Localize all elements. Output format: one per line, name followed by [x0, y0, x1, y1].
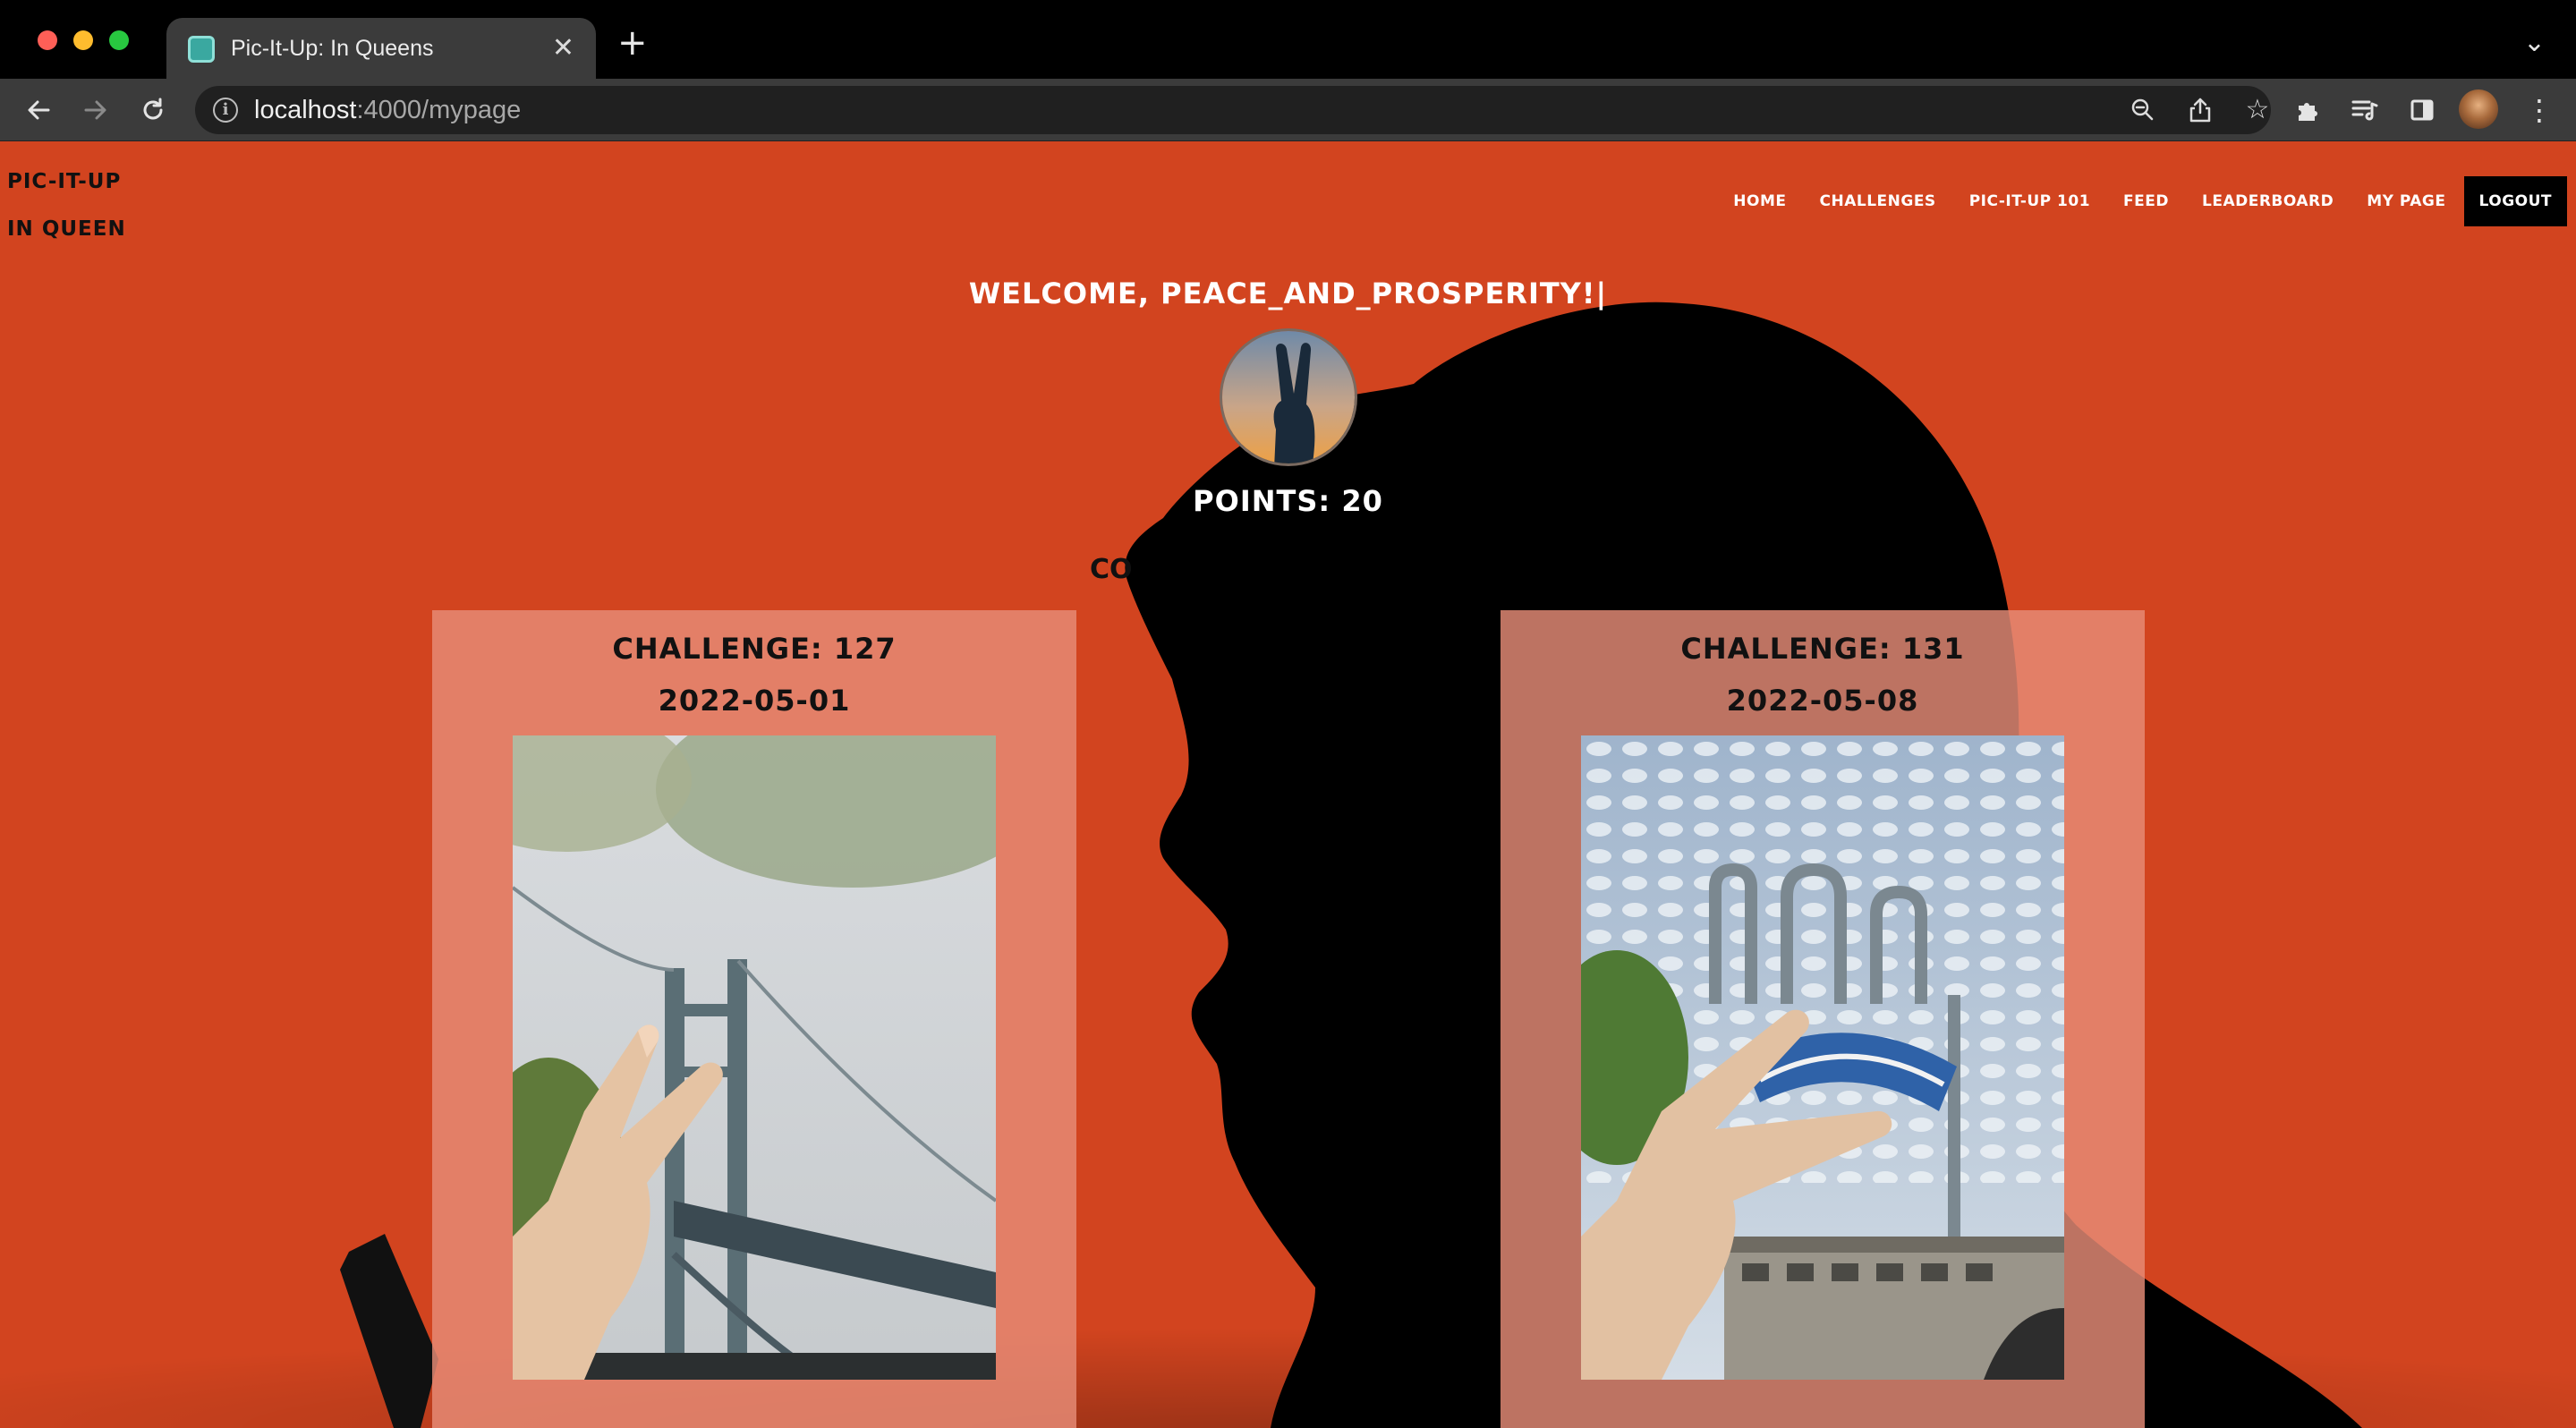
- main-nav: HOME CHALLENGES PIC-IT-UP 101 FEED LEADE…: [1700, 176, 2567, 226]
- profile-avatar[interactable]: [2459, 89, 2498, 129]
- forward-icon[interactable]: [75, 89, 116, 131]
- address-bar[interactable]: i localhost:4000/mypage ☆: [195, 86, 2271, 134]
- favicon-icon: [188, 36, 215, 63]
- challenge-date: 2022-05-08: [1726, 684, 1919, 718]
- browser-tabstrip: Pic-It-Up: In Queens ✕ + ⌄: [0, 0, 2576, 79]
- nav-feed[interactable]: FEED: [2123, 192, 2169, 210]
- browser-tab-active[interactable]: Pic-It-Up: In Queens ✕: [166, 18, 596, 79]
- points-display: POINTS: 20: [1193, 484, 1383, 518]
- nav-leaderboard[interactable]: LEADERBOARD: [2202, 192, 2334, 210]
- info-icon[interactable]: i: [213, 98, 238, 123]
- brand-line-2: IN QUEEN: [7, 217, 126, 241]
- nav-home[interactable]: HOME: [1733, 192, 1786, 210]
- reload-icon[interactable]: [132, 89, 174, 131]
- side-panel-icon[interactable]: [2402, 89, 2443, 131]
- bookmark-star-icon[interactable]: ☆: [2239, 91, 2276, 129]
- extensions-icon[interactable]: [2287, 89, 2328, 131]
- window-zoom-button[interactable]: [109, 30, 129, 50]
- back-icon[interactable]: [18, 89, 59, 131]
- challenge-number: CHALLENGE: 127: [612, 632, 897, 666]
- reading-list-icon[interactable]: [2344, 89, 2385, 131]
- logout-button[interactable]: LOGOUT: [2463, 176, 2567, 226]
- challenge-photo[interactable]: [513, 735, 996, 1380]
- avatar[interactable]: [1220, 328, 1357, 466]
- nav-my-page[interactable]: MY PAGE: [2367, 192, 2445, 210]
- window-close-button[interactable]: [38, 30, 57, 50]
- welcome-heading: WELCOME, PEACE_AND_PROSPERITY!|: [968, 276, 1608, 310]
- zoom-icon[interactable]: [2124, 91, 2162, 129]
- url-text: localhost:4000/mypage: [254, 96, 522, 124]
- challenge-number: CHALLENGE: 131: [1680, 632, 1965, 666]
- nav-challenges[interactable]: CHALLENGES: [1820, 192, 1936, 210]
- window-minimize-button[interactable]: [73, 30, 93, 50]
- page: PIC-IT-UP IN QUEEN HOME CHALLENGES PIC-I…: [0, 142, 2576, 1428]
- challenge-card[interactable]: CHALLENGE: 131 2022-05-08: [1501, 610, 2145, 1428]
- browser-toolbar: i localhost:4000/mypage ☆ ⋮: [0, 79, 2576, 141]
- challenge-date: 2022-05-01: [658, 684, 851, 718]
- site-brand[interactable]: PIC-IT-UP IN QUEEN: [7, 158, 126, 253]
- challenge-card[interactable]: CHALLENGE: 127 2022-05-01: [432, 610, 1076, 1428]
- tab-title: Pic-It-Up: In Queens: [231, 36, 434, 61]
- chevron-down-icon[interactable]: ⌄: [2523, 25, 2546, 61]
- challenge-photo[interactable]: [1581, 735, 2064, 1380]
- plus-icon[interactable]: +: [617, 25, 648, 61]
- nav-pic-it-up-101[interactable]: PIC-IT-UP 101: [1969, 192, 2090, 210]
- section-heading: CO: [1090, 554, 1133, 585]
- kebab-menu-icon[interactable]: ⋮: [2519, 89, 2560, 131]
- brand-line-1: PIC-IT-UP: [7, 170, 122, 193]
- close-icon[interactable]: ✕: [552, 32, 574, 64]
- share-icon[interactable]: [2181, 91, 2219, 129]
